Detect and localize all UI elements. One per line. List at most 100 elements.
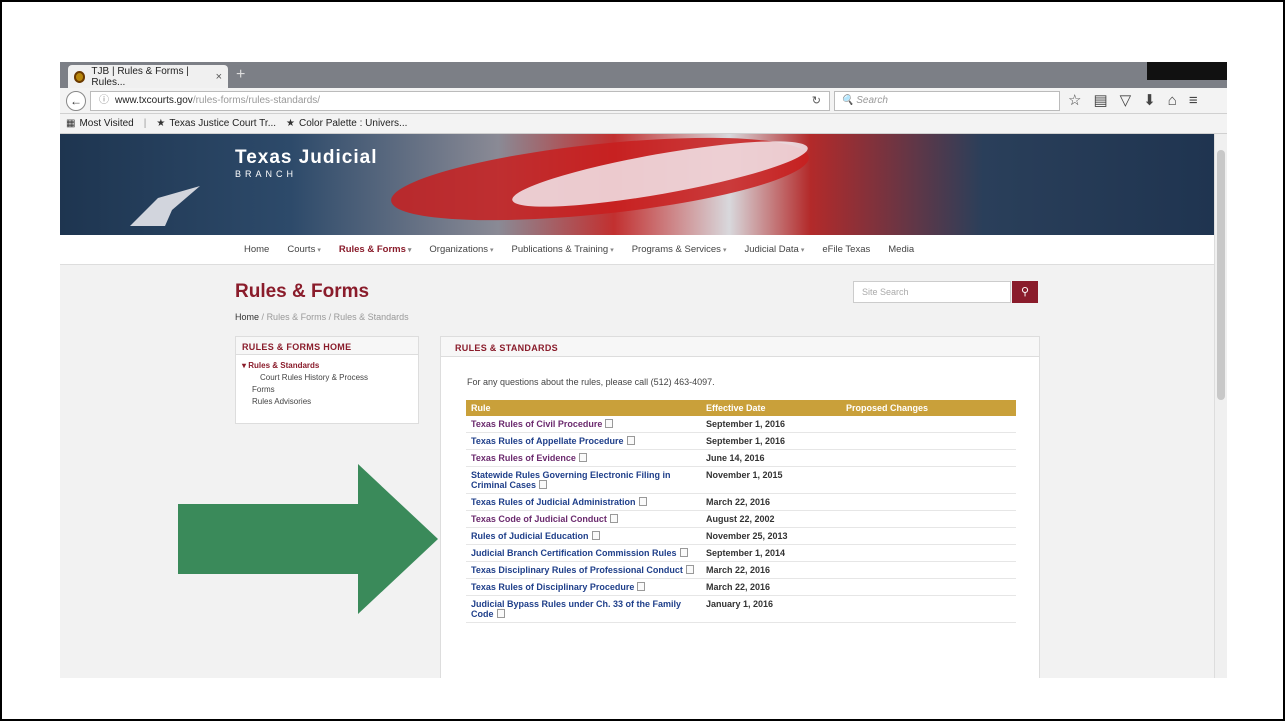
rule-link[interactable]: Texas Rules of Judicial Administration bbox=[466, 493, 701, 511]
table-row: Texas Rules of Judicial Administration Ma… bbox=[466, 493, 1016, 511]
scrollbar-thumb[interactable] bbox=[1217, 150, 1225, 400]
pdf-icon[interactable] bbox=[609, 514, 618, 523]
page-title: Rules & Forms bbox=[235, 281, 370, 302]
nav-label: Courts bbox=[287, 244, 316, 255]
nav-label: Organizations bbox=[429, 244, 489, 255]
nav-programs[interactable]: Programs & Services ▾ bbox=[632, 244, 727, 255]
pdf-icon[interactable] bbox=[626, 436, 635, 445]
col-rule: Rule bbox=[466, 400, 701, 416]
pdf-icon[interactable] bbox=[591, 531, 600, 540]
arrow-shape bbox=[178, 464, 438, 614]
caret-down-icon: ▾ bbox=[722, 247, 727, 254]
close-tab-icon[interactable]: × bbox=[216, 71, 222, 83]
download-icon[interactable]: ⬇ bbox=[1143, 91, 1156, 111]
bookmark-color-palette[interactable]: ★ Color Palette : Univers... bbox=[286, 118, 407, 129]
rules-panel: RULES & STANDARDS For any questions abou… bbox=[440, 336, 1040, 678]
tab-bar: TJB | Rules & Forms | Rules... × + bbox=[60, 62, 1227, 88]
redacted-area bbox=[1147, 62, 1227, 80]
bookmark-texas-justice[interactable]: ★ Texas Justice Court Tr... bbox=[156, 118, 276, 129]
info-icon[interactable]: ⓘ bbox=[99, 95, 109, 106]
site-search-input[interactable]: Site Search bbox=[853, 281, 1011, 303]
nav-rules-forms[interactable]: Rules & Forms ▾ bbox=[339, 244, 412, 255]
page-scrollbar[interactable] bbox=[1214, 134, 1227, 678]
rules-table: Rule Effective Date Proposed Changes Tex… bbox=[466, 400, 1016, 623]
effective-date: March 22, 2016 bbox=[701, 578, 841, 596]
bookmarks-bar: ▦ Most Visited | ★ Texas Justice Court Tr.… bbox=[60, 114, 1227, 134]
effective-date: September 1, 2016 bbox=[701, 432, 841, 450]
caret-down-icon: ▾ bbox=[610, 247, 614, 254]
proposed-changes bbox=[841, 595, 1016, 623]
reload-icon[interactable]: ↻ bbox=[812, 92, 821, 110]
search-button[interactable]: ⚲ bbox=[1012, 281, 1038, 303]
rule-link[interactable]: Texas Rules of Evidence bbox=[466, 449, 701, 467]
caret-down-icon: ▾ bbox=[490, 247, 494, 254]
table-row: Texas Disciplinary Rules of Professional… bbox=[466, 561, 1016, 579]
sidebar-item-rules-standards[interactable]: ▾ Rules & Standards bbox=[242, 360, 412, 372]
pdf-icon[interactable] bbox=[539, 480, 548, 489]
sidebar-heading[interactable]: RULES & FORMS HOME bbox=[236, 337, 418, 355]
rule-link[interactable]: Judicial Branch Certification Commission… bbox=[466, 544, 701, 562]
caret-down-icon: ▾ bbox=[800, 247, 805, 254]
table-row: Judicial Bypass Rules under Ch. 33 of th… bbox=[466, 595, 1016, 623]
pdf-icon[interactable] bbox=[638, 497, 647, 506]
pdf-icon[interactable] bbox=[578, 453, 587, 462]
green-arrow-annotation bbox=[178, 464, 438, 614]
nav-media[interactable]: Media bbox=[888, 244, 914, 255]
site-logo[interactable]: Texas Judicial BRANCH bbox=[235, 147, 378, 179]
bookmark-star-icon[interactable]: ☆ bbox=[1068, 91, 1081, 111]
star-icon: ★ bbox=[156, 118, 166, 129]
rule-link[interactable]: Texas Rules of Civil Procedure bbox=[466, 416, 701, 433]
home-icon[interactable]: ⌂ bbox=[1168, 91, 1177, 111]
nav-publications[interactable]: Publications & Training ▾ bbox=[512, 244, 614, 255]
rule-name: Texas Rules of Evidence bbox=[471, 453, 576, 463]
rule-name: Texas Rules of Civil Procedure bbox=[471, 419, 603, 429]
sidebar-item-history[interactable]: Court Rules History & Process bbox=[242, 372, 412, 384]
main-navigation: Home Courts ▾ Rules & Forms ▾ Organization… bbox=[60, 235, 1214, 265]
bookmark-most-visited[interactable]: ▦ Most Visited bbox=[66, 118, 134, 129]
address-bar[interactable]: ⓘ www.txcourts.gov/rules-forms/rules-stan… bbox=[90, 91, 830, 111]
pdf-icon[interactable] bbox=[679, 548, 688, 557]
sidebar-item-advisories[interactable]: Rules Advisories bbox=[242, 396, 412, 408]
menu-icon[interactable]: ≡ bbox=[1189, 91, 1198, 111]
pdf-icon[interactable] bbox=[637, 582, 646, 591]
table-row: Texas Code of Judicial Conduct August 22,… bbox=[466, 510, 1016, 528]
bookmark-label: Color Palette : Univers... bbox=[299, 118, 408, 129]
rule-link[interactable]: Texas Disciplinary Rules of Professional… bbox=[466, 561, 701, 579]
nav-home[interactable]: Home bbox=[244, 244, 269, 255]
rule-link[interactable]: Texas Rules of Appellate Procedure bbox=[466, 432, 701, 450]
browser-search-input[interactable]: 🔍 Search bbox=[834, 91, 1060, 111]
nav-organizations[interactable]: Organizations ▾ bbox=[429, 244, 493, 255]
table-row: Statewide Rules Governing Electronic Fil… bbox=[466, 466, 1016, 494]
breadcrumb-rules-forms[interactable]: Rules & Forms bbox=[267, 312, 327, 322]
nav-judicial-data[interactable]: Judicial Data ▾ bbox=[744, 244, 804, 255]
rule-link[interactable]: Texas Rules of Disciplinary Procedure bbox=[466, 578, 701, 596]
brand-subtitle: BRANCH bbox=[235, 169, 298, 179]
reading-list-icon[interactable]: ▤ bbox=[1093, 91, 1107, 111]
col-proposed-changes: Proposed Changes bbox=[841, 400, 1016, 416]
nav-efile[interactable]: eFile Texas bbox=[822, 244, 870, 255]
rule-link[interactable]: Rules of Judicial Education bbox=[466, 527, 701, 545]
rule-link[interactable]: Statewide Rules Governing Electronic Fil… bbox=[466, 466, 701, 494]
folder-icon: ▦ bbox=[66, 118, 76, 129]
new-tab-button[interactable]: + bbox=[236, 66, 245, 84]
nav-label: Media bbox=[888, 244, 915, 255]
pdf-icon[interactable] bbox=[496, 609, 505, 618]
star-icon: ★ bbox=[286, 118, 296, 129]
pdf-icon[interactable] bbox=[685, 565, 694, 574]
browser-tab[interactable]: TJB | Rules & Forms | Rules... × bbox=[68, 65, 228, 88]
rule-link[interactable]: Texas Code of Judicial Conduct bbox=[466, 510, 701, 528]
table-row: Texas Rules of Civil Procedure September … bbox=[466, 416, 1016, 433]
effective-date: September 1, 2014 bbox=[701, 544, 841, 562]
pdf-icon[interactable] bbox=[605, 419, 614, 428]
browser-window: TJB | Rules & Forms | Rules... × + ← ⓘ ww… bbox=[60, 62, 1227, 678]
sidebar-item-forms[interactable]: Forms bbox=[242, 384, 412, 396]
url-path: /rules-forms/rules-standards/ bbox=[192, 95, 321, 106]
bookmark-label: Most Visited bbox=[79, 118, 134, 129]
brand-title: Texas Judicial bbox=[235, 147, 378, 168]
table-row: Rules of Judicial Education November 25, … bbox=[466, 527, 1016, 545]
nav-courts[interactable]: Courts ▾ bbox=[287, 244, 321, 255]
breadcrumb-home[interactable]: Home bbox=[235, 312, 259, 322]
rule-link[interactable]: Judicial Bypass Rules under Ch. 33 of th… bbox=[466, 595, 701, 623]
pocket-icon[interactable]: ▽ bbox=[1120, 91, 1132, 111]
back-button[interactable]: ← bbox=[66, 91, 86, 111]
